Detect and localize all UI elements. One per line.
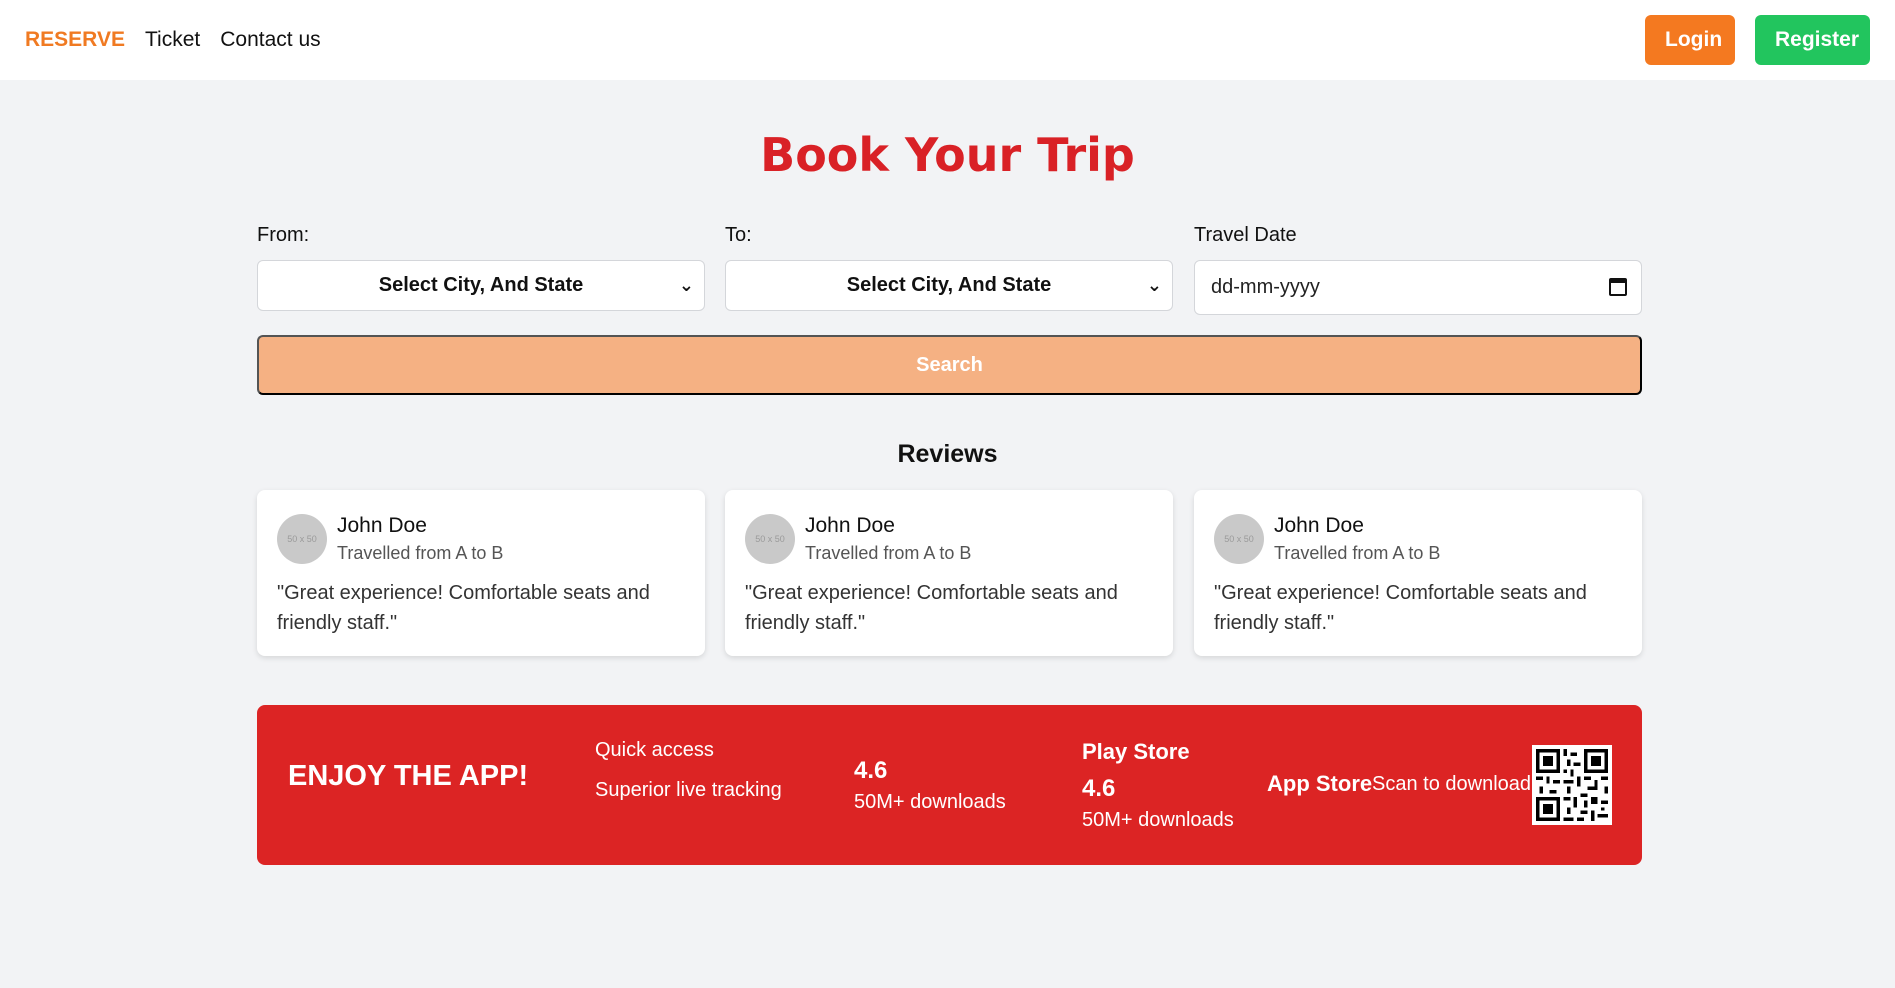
promo-feature: Quick access [595, 739, 714, 761]
from-select[interactable]: Select City, And State ⌄ [257, 260, 705, 311]
search-button[interactable]: Search [257, 335, 1642, 395]
auth-buttons: Login Register [1645, 15, 1870, 65]
nav-link-contact[interactable]: Contact us [220, 28, 320, 52]
brand-logo[interactable]: RESERVE [25, 28, 125, 52]
to-select[interactable]: Select City, And State ⌄ [725, 260, 1173, 311]
review-quote: "Great experience! Comfortable seats and… [745, 582, 1118, 634]
app-downloads: 50M+ downloads [854, 791, 1006, 813]
page-title: Book Your Trip [760, 128, 1135, 182]
to-label: To: [725, 224, 752, 246]
review-card: 50 x 50 John Doe Travelled from A to B "… [1194, 490, 1642, 656]
review-quote: "Great experience! Comfortable seats and… [277, 582, 650, 634]
review-card: 50 x 50 John Doe Travelled from A to B "… [725, 490, 1173, 656]
from-label: From: [257, 224, 310, 246]
reviewer-name: John Doe [1274, 514, 1364, 537]
to-select-value: Select City, And State [846, 274, 1052, 296]
calendar-icon[interactable] [1609, 278, 1627, 296]
scan-to-download-text: Scan to download [1372, 773, 1532, 795]
promo-feature: Superior live tracking [595, 779, 782, 801]
travel-date-label: Travel Date [1194, 224, 1297, 246]
review-card: 50 x 50 John Doe Travelled from A to B "… [257, 490, 705, 656]
reviews-heading: Reviews [897, 440, 998, 468]
top-navbar: RESERVE Ticket Contact us Login Register [0, 0, 1895, 80]
reviewer-name: John Doe [337, 514, 427, 537]
register-button[interactable]: Register [1755, 15, 1870, 65]
reviewer-route: Travelled from A to B [805, 543, 972, 563]
play-store-rating: 4.6 [1082, 775, 1116, 802]
travel-date-input[interactable]: dd-mm-yyyy [1194, 260, 1642, 315]
promo-headline: ENJOY THE APP! [288, 760, 529, 792]
nav-link-ticket[interactable]: Ticket [145, 28, 200, 52]
play-store-label[interactable]: Play Store [1082, 739, 1190, 765]
app-store-label[interactable]: App Store [1267, 771, 1372, 797]
from-select-value: Select City, And State [378, 274, 584, 296]
date-placeholder: dd-mm-yyyy [1211, 276, 1320, 298]
review-quote: "Great experience! Comfortable seats and… [1214, 582, 1587, 634]
chevron-down-icon: ⌄ [1146, 275, 1162, 295]
reviewer-name: John Doe [805, 514, 895, 537]
app-rating: 4.6 [854, 757, 888, 784]
app-promo-banner: ENJOY THE APP! Quick access Superior liv… [257, 705, 1642, 865]
chevron-down-icon: ⌄ [678, 275, 694, 295]
avatar: 50 x 50 [745, 514, 795, 564]
login-button[interactable]: Login [1645, 15, 1735, 65]
qr-code-icon[interactable] [1532, 745, 1612, 825]
play-store-downloads: 50M+ downloads [1082, 809, 1234, 831]
reviewer-route: Travelled from A to B [337, 543, 504, 563]
avatar: 50 x 50 [277, 514, 327, 564]
avatar: 50 x 50 [1214, 514, 1264, 564]
reviewer-route: Travelled from A to B [1274, 543, 1441, 563]
